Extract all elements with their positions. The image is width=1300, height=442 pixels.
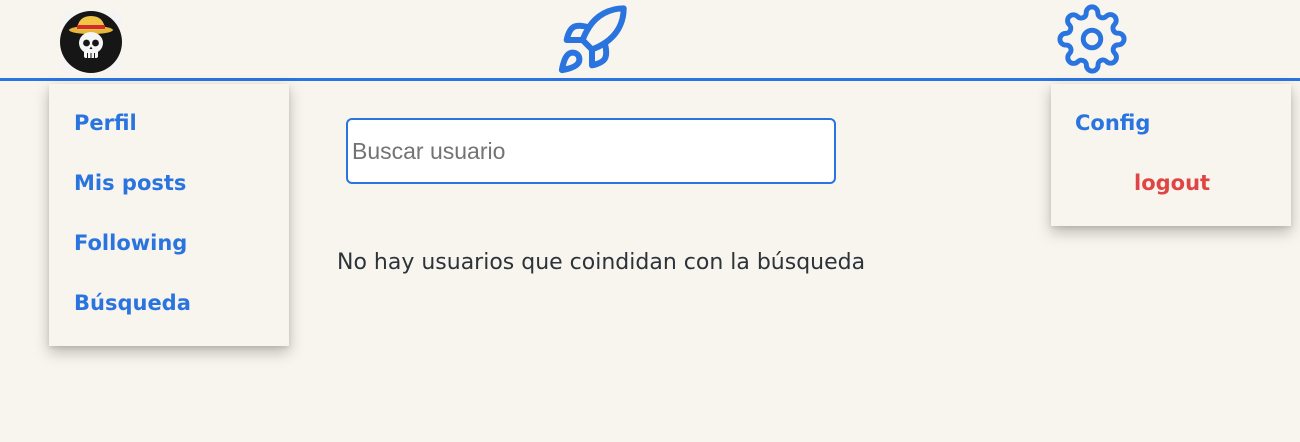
settings-menu: Config logout (1051, 84, 1291, 226)
search-input[interactable] (346, 118, 836, 184)
rocket-icon[interactable] (553, 2, 631, 78)
menu-item-busqueda[interactable]: Búsqueda (74, 291, 191, 315)
menu-item-config[interactable]: Config (1075, 111, 1150, 135)
avatar[interactable] (57, 8, 125, 76)
profile-menu: Perfil Mis posts Following Búsqueda (49, 84, 289, 346)
logout-button[interactable]: logout (1134, 171, 1210, 195)
menu-item-following[interactable]: Following (74, 231, 187, 255)
empty-results-message: No hay usuarios que coindidan con la bús… (337, 250, 866, 275)
menu-item-mis-posts[interactable]: Mis posts (74, 171, 186, 195)
page: Perfil Mis posts Following Búsqueda Conf… (0, 0, 1300, 442)
gear-icon[interactable] (1057, 4, 1127, 74)
menu-item-perfil[interactable]: Perfil (74, 111, 137, 135)
top-bar (0, 0, 1300, 81)
